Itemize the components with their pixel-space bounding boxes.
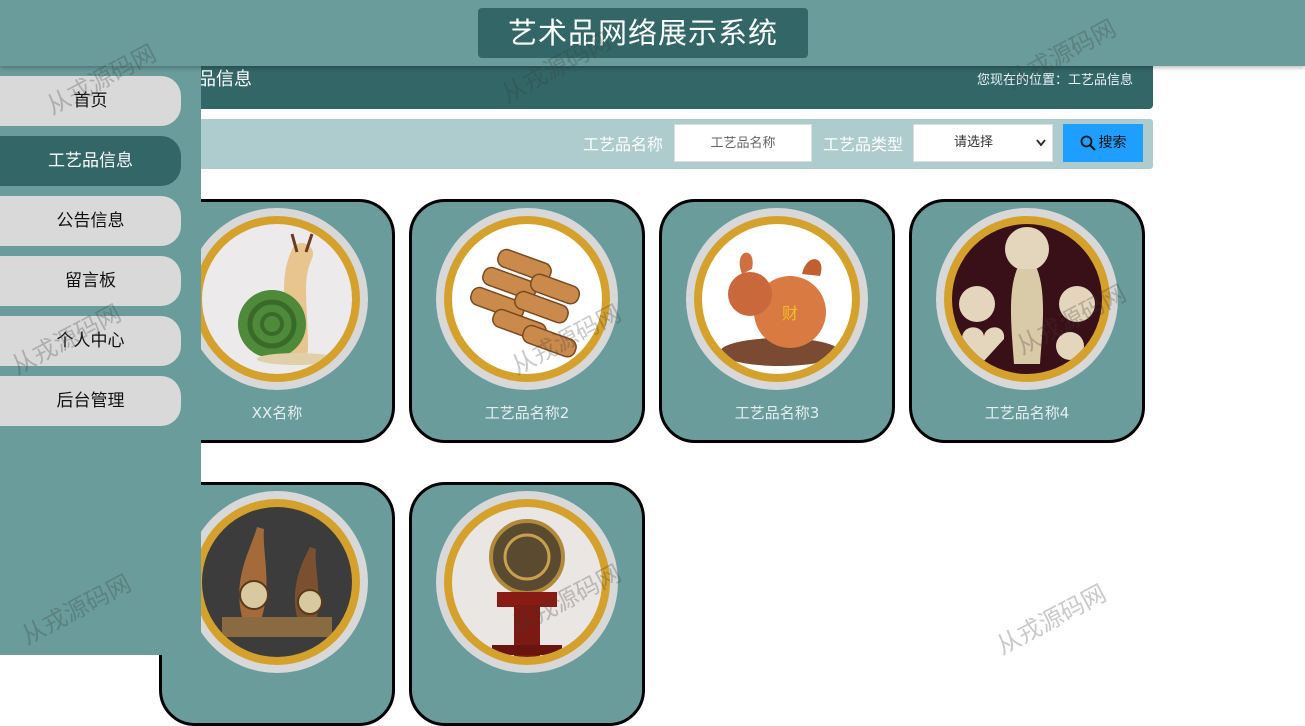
- image-frame: [186, 208, 368, 390]
- watermark: 从戎源码网: [991, 579, 1111, 661]
- sidebar-item-personal-center[interactable]: 个人中心: [0, 316, 181, 366]
- image-ring: [194, 499, 360, 665]
- top-header: 艺术品网络展示系统: [0, 0, 1305, 66]
- type-label: 工艺品类型: [823, 135, 904, 154]
- product-image: 财: [702, 224, 852, 374]
- image-frame: [436, 208, 618, 390]
- app-title: 艺术品网络展示系统: [478, 8, 808, 58]
- search-button-label: 搜索: [1098, 135, 1127, 151]
- image-ring: [194, 216, 360, 382]
- image-frame: [936, 208, 1118, 390]
- product-image: [202, 507, 352, 657]
- image-ring: [944, 216, 1110, 382]
- type-select[interactable]: 请选择: [913, 124, 1053, 162]
- sidebar-item-admin[interactable]: 后台管理: [0, 376, 181, 426]
- name-search-input[interactable]: [674, 124, 812, 162]
- chevron-down-icon: [1036, 125, 1046, 175]
- name-label: 工艺品名称: [583, 135, 664, 154]
- image-frame: 财: [686, 208, 868, 390]
- sidebar-item-notices[interactable]: 公告信息: [0, 196, 181, 246]
- search-button[interactable]: 搜索: [1063, 124, 1143, 162]
- image-ring: [444, 216, 610, 382]
- product-card[interactable]: 财 工艺品名称3: [659, 199, 895, 443]
- sidebar: 首页 工艺品信息 公告信息 留言板 个人中心 后台管理: [0, 66, 201, 655]
- product-image: [452, 507, 602, 657]
- sidebar-item-craft-info[interactable]: 工艺品信息: [0, 136, 181, 186]
- product-image: [202, 224, 352, 374]
- breadcrumb-bar: 艺品信息 您现在的位置：工艺品信息: [150, 60, 1153, 109]
- sidebar-item-message-board[interactable]: 留言板: [0, 256, 181, 306]
- sidebar-item-home[interactable]: 首页: [0, 76, 181, 126]
- type-select-value: 请选择: [954, 135, 994, 150]
- image-ring: [444, 499, 610, 665]
- search-icon: [1080, 135, 1099, 151]
- search-bar: 工艺品名称 工艺品类型 请选择 搜索: [150, 119, 1153, 169]
- product-card[interactable]: 工艺品名称4: [909, 199, 1145, 443]
- svg-text:财: 财: [782, 304, 798, 323]
- product-name: 工艺品名称3: [734, 404, 820, 422]
- image-frame: [436, 491, 618, 673]
- product-card[interactable]: 工艺品名称2: [409, 199, 645, 443]
- product-image: [452, 224, 602, 374]
- product-name: 工艺品名称4: [984, 404, 1070, 422]
- image-frame: [186, 491, 368, 673]
- product-name: 工艺品名称2: [484, 404, 570, 422]
- product-image: [952, 224, 1102, 374]
- image-ring: 财: [694, 216, 860, 382]
- breadcrumb-location: 您现在的位置：工艺品信息: [976, 73, 1133, 88]
- product-card[interactable]: [409, 482, 645, 726]
